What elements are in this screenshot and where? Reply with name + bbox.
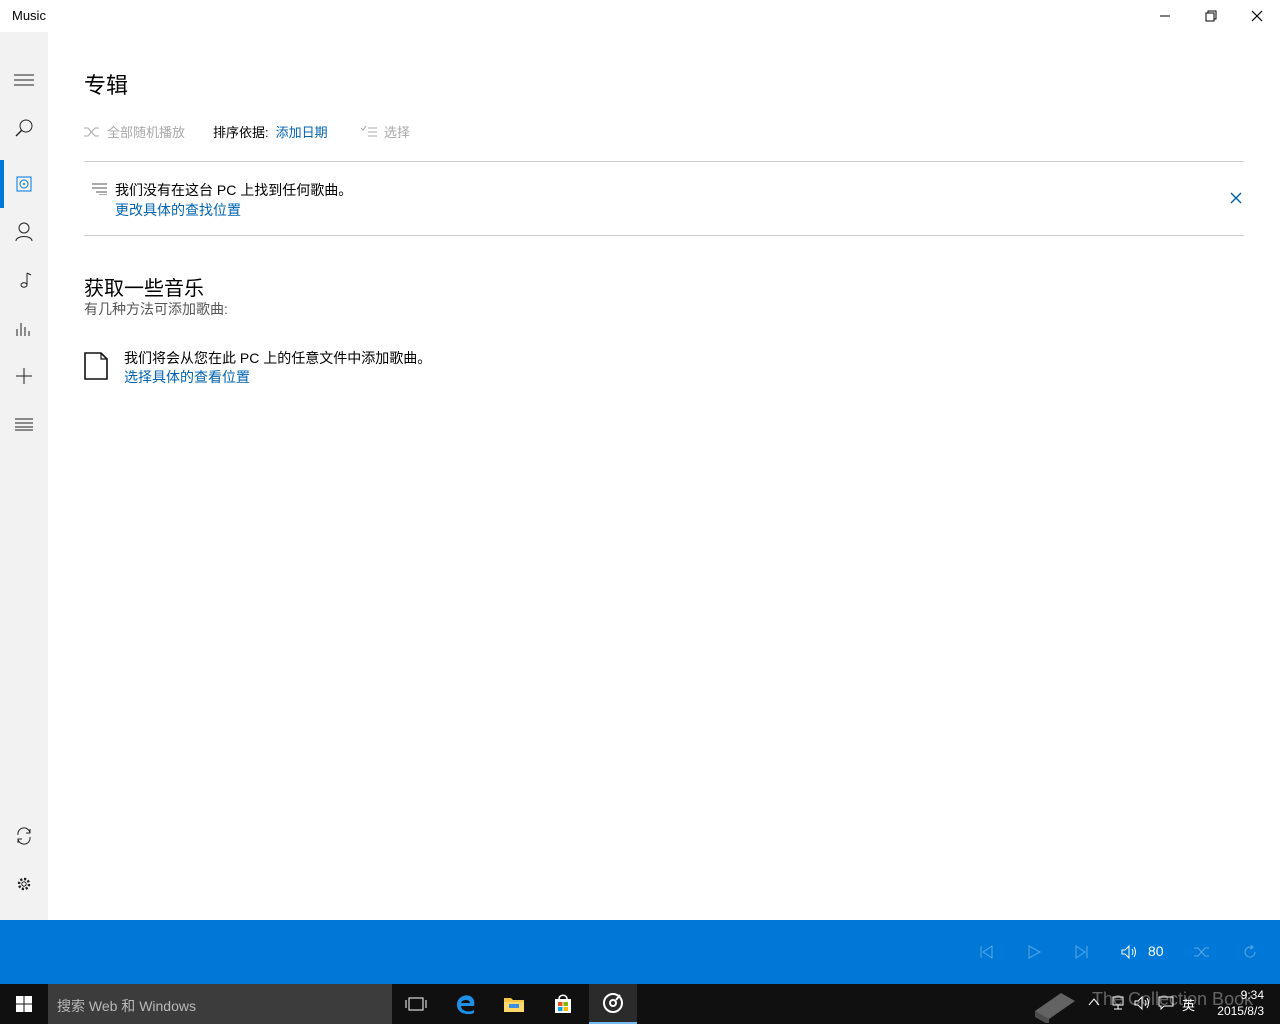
clock-date: 2015/8/3 bbox=[1217, 1004, 1264, 1018]
minimize-icon bbox=[1160, 15, 1170, 17]
volume-value: 80 bbox=[1148, 943, 1164, 959]
restore-icon bbox=[1205, 10, 1217, 22]
hamburger-menu-button[interactable] bbox=[0, 56, 48, 104]
edge-browser-button[interactable] bbox=[442, 984, 490, 1024]
clock[interactable]: 9:34 2015/8/3 bbox=[1217, 987, 1264, 1019]
equalizer-icon bbox=[16, 323, 30, 336]
select-list-icon bbox=[361, 125, 377, 136]
repeat-toggle[interactable] bbox=[1238, 940, 1262, 964]
shuffle-icon bbox=[1194, 947, 1209, 957]
network-icon bbox=[1112, 996, 1124, 1010]
folder-icon bbox=[504, 998, 524, 1012]
add-songs-description: 我们将会从您在此 PC 上的任意文件中添加歌曲。 bbox=[124, 350, 432, 366]
message-icon bbox=[1158, 996, 1174, 1011]
sort-label: 排序依据: bbox=[213, 125, 269, 140]
nav-new-playlist[interactable] bbox=[0, 352, 48, 400]
chevron-up-icon bbox=[1088, 998, 1100, 1006]
start-button[interactable] bbox=[0, 984, 48, 1024]
app-title: Music bbox=[12, 8, 46, 23]
next-button[interactable] bbox=[1070, 940, 1094, 964]
shuffle-all-button[interactable]: 全部随机播放 bbox=[84, 122, 185, 141]
file-explorer-button[interactable] bbox=[490, 984, 538, 1024]
search-icon bbox=[15, 119, 33, 137]
dismiss-notice-button[interactable] bbox=[1226, 188, 1246, 208]
clock-time: 9:34 bbox=[1240, 988, 1264, 1002]
taskbar: 搜索 Web 和 Windows The Collection Book 英 9… bbox=[0, 984, 1280, 1024]
shuffle-icon bbox=[84, 127, 99, 136]
close-button[interactable] bbox=[1234, 0, 1280, 32]
nav-songs[interactable] bbox=[0, 256, 48, 304]
choose-location-link[interactable]: 选择具体的查看位置 bbox=[124, 367, 250, 387]
nav-sync[interactable] bbox=[0, 812, 48, 860]
select-label: 选择 bbox=[384, 125, 411, 140]
watermark-book-logo bbox=[1030, 984, 1080, 1024]
search-placeholder: 搜索 Web 和 Windows bbox=[57, 998, 196, 1014]
close-icon bbox=[1230, 192, 1242, 204]
sort-dropdown[interactable]: 排序依据: 添加日期 bbox=[213, 122, 328, 141]
network-tray-icon[interactable] bbox=[1110, 996, 1126, 1013]
nav-now-playing[interactable] bbox=[0, 304, 48, 352]
notice-icon bbox=[92, 182, 107, 200]
music-app-button[interactable] bbox=[589, 984, 637, 1024]
divider-top bbox=[84, 161, 1244, 162]
volume-icon bbox=[1121, 945, 1136, 959]
get-music-title: 获取一些音乐 bbox=[84, 278, 204, 300]
close-icon bbox=[1251, 10, 1263, 22]
nav-albums[interactable] bbox=[0, 160, 48, 208]
get-music-subtitle: 有几种方法可添加歌曲: bbox=[84, 301, 228, 317]
task-view-icon bbox=[405, 997, 427, 1011]
gear-icon bbox=[17, 877, 31, 891]
nav-artists[interactable] bbox=[0, 208, 48, 256]
file-icon bbox=[84, 352, 108, 385]
taskbar-search-box[interactable]: 搜索 Web 和 Windows bbox=[48, 984, 392, 1024]
nav-rail bbox=[0, 32, 48, 920]
speaker-icon bbox=[1134, 995, 1149, 1011]
store-button[interactable] bbox=[539, 984, 587, 1024]
edge-icon bbox=[457, 995, 475, 1015]
windows-logo-icon bbox=[16, 996, 32, 1012]
main-content: 专辑 全部随机播放 排序依据: 添加日期 选择 我们没有在这台 PC 上找到任何… bbox=[48, 32, 1280, 920]
volume-button[interactable] bbox=[1118, 940, 1142, 964]
page-title: 专辑 bbox=[84, 73, 129, 98]
notice-message: 我们没有在这台 PC 上找到任何歌曲。 bbox=[115, 182, 353, 198]
groove-music-icon bbox=[603, 993, 623, 1013]
volume-tray-icon[interactable] bbox=[1134, 995, 1152, 1013]
document-icon bbox=[84, 352, 108, 380]
player-bar: 80 bbox=[0, 920, 1280, 984]
repeat-icon bbox=[1244, 944, 1256, 958]
shuffle-toggle[interactable] bbox=[1190, 940, 1214, 964]
ime-indicator[interactable]: 英 bbox=[1182, 995, 1195, 1014]
hamburger-icon bbox=[14, 74, 34, 86]
sync-icon bbox=[17, 827, 31, 845]
divider-bottom bbox=[84, 235, 1244, 236]
artist-icon bbox=[15, 222, 33, 242]
music-note-icon bbox=[20, 272, 32, 288]
select-button[interactable]: 选择 bbox=[361, 122, 410, 141]
previous-icon bbox=[980, 945, 993, 959]
previous-button[interactable] bbox=[974, 940, 998, 964]
play-button[interactable] bbox=[1022, 940, 1046, 964]
restore-button[interactable] bbox=[1188, 0, 1234, 32]
book-icon bbox=[1035, 993, 1075, 1023]
nav-settings[interactable] bbox=[0, 860, 48, 908]
sort-value[interactable]: 添加日期 bbox=[276, 122, 328, 141]
title-bar: Music bbox=[0, 0, 1280, 32]
playlist-icon bbox=[15, 418, 33, 431]
action-center-icon[interactable] bbox=[1158, 996, 1174, 1013]
shuffle-all-label: 全部随机播放 bbox=[107, 125, 186, 140]
notice-lines-icon bbox=[92, 183, 107, 196]
nav-search[interactable] bbox=[0, 104, 48, 152]
minimize-button[interactable] bbox=[1142, 0, 1188, 32]
plus-icon bbox=[16, 368, 32, 384]
show-hidden-icons-button[interactable] bbox=[1088, 996, 1100, 1010]
nav-playlists[interactable] bbox=[0, 400, 48, 448]
album-icon bbox=[16, 176, 32, 192]
change-location-link[interactable]: 更改具体的查找位置 bbox=[115, 200, 241, 220]
play-icon bbox=[1028, 945, 1041, 959]
next-icon bbox=[1075, 945, 1088, 959]
store-bag-icon bbox=[555, 994, 571, 1013]
task-view-button[interactable] bbox=[392, 984, 440, 1024]
